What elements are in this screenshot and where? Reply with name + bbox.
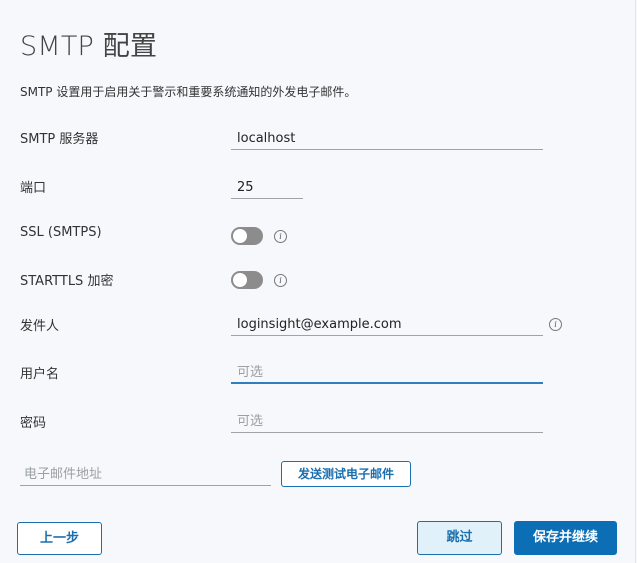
- password-label: 密码: [20, 416, 47, 431]
- info-icon[interactable]: i: [274, 274, 287, 287]
- username-label: 用户名: [20, 367, 60, 382]
- back-button[interactable]: 上一步: [17, 522, 102, 555]
- smtp-server-label: SMTP 服务器: [20, 132, 99, 147]
- smtp-server-input[interactable]: [231, 128, 543, 150]
- ssl-label: SSL (SMTPS): [20, 225, 102, 240]
- toggle-knob: [233, 273, 247, 287]
- sender-label: 发件人: [20, 319, 60, 334]
- test-email-input[interactable]: [20, 464, 271, 486]
- sender-input[interactable]: [231, 314, 543, 336]
- username-input[interactable]: [231, 362, 543, 384]
- smtp-config-dialog: SMTP 配置 SMTP 设置用于启用关于警示和重要系统通知的外发电子邮件。 S…: [0, 0, 636, 563]
- starttls-label: STARTTLS 加密: [20, 274, 114, 289]
- port-input[interactable]: [231, 177, 303, 199]
- skip-button[interactable]: 跳过: [417, 521, 502, 555]
- port-label: 端口: [20, 181, 47, 196]
- page-description: SMTP 设置用于启用关于警示和重要系统通知的外发电子邮件。: [20, 85, 357, 99]
- starttls-toggle[interactable]: [231, 271, 263, 289]
- password-input[interactable]: [231, 411, 543, 433]
- ssl-toggle[interactable]: [231, 227, 263, 245]
- info-icon[interactable]: i: [549, 318, 562, 331]
- save-continue-button[interactable]: 保存并继续: [514, 521, 617, 555]
- info-icon[interactable]: i: [274, 230, 287, 243]
- send-test-email-button[interactable]: 发送测试电子邮件: [281, 461, 411, 487]
- toggle-knob: [233, 229, 247, 243]
- page-title: SMTP 配置: [20, 31, 158, 62]
